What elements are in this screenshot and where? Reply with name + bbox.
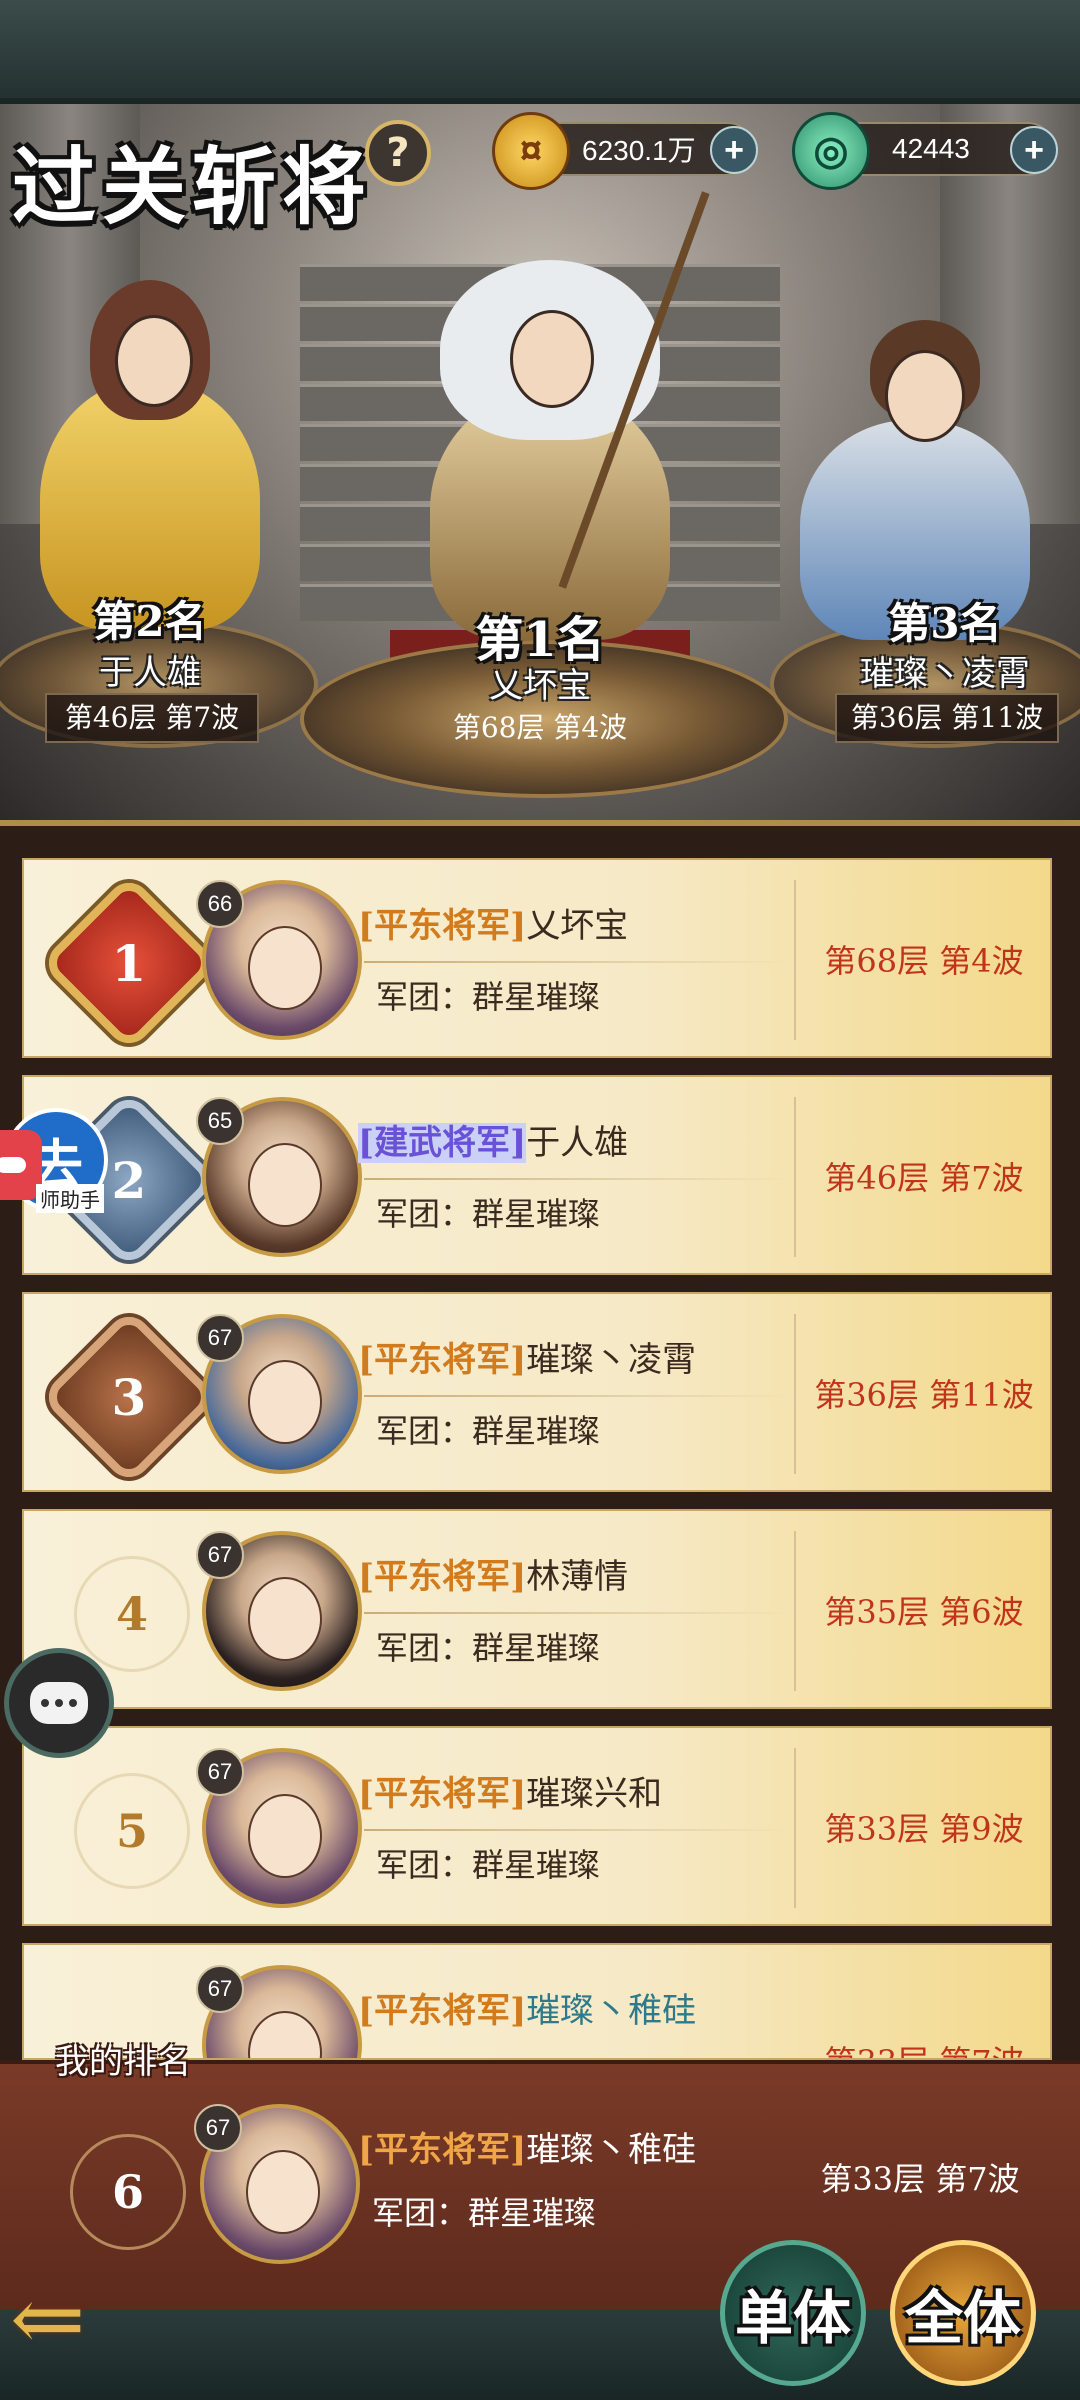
avatar: 67	[196, 1965, 362, 2058]
level-badge: 65	[196, 1097, 244, 1145]
page-title: 过关斩将	[12, 137, 373, 236]
player-name: 璀璨兴和	[526, 1774, 663, 1814]
player-title: [平东将军]璀璨兴和	[358, 1774, 663, 1814]
player-title: [平东将军]林薄情	[358, 1557, 629, 1597]
legion-name: 军团：群星璀璨	[376, 1412, 601, 1450]
stage-progress: 第33层 第9波	[824, 1810, 1024, 1848]
first-place-stage: 第68层 第4波	[452, 711, 628, 744]
avatar: 67	[196, 1748, 362, 1908]
single-ranking-button[interactable]: 单体	[720, 2240, 866, 2386]
level-badge: 67	[194, 2104, 242, 2152]
gold-currency: ¤ 6230.1万 +	[492, 112, 758, 190]
back-arrow-icon[interactable]: ⇐	[10, 2270, 140, 2370]
avatar: 67	[196, 1531, 362, 1691]
second-place-label: 第2名	[93, 597, 207, 646]
level-badge: 67	[196, 1748, 244, 1796]
my-player-name: 璀璨丶稚硅	[526, 2130, 697, 2170]
ranking-row[interactable]: 1 66 [平东将军]乂坏宝 军团：群星璀璨 第68层 第4波	[22, 858, 1052, 1058]
jade-value: 42443	[892, 133, 970, 164]
legion-name: 军团：群星璀璨	[376, 1846, 601, 1884]
second-place-stage: 第46层 第7波	[45, 693, 259, 743]
my-stage-progress: 第33层 第7波	[820, 2160, 1020, 2198]
top-ornament-band	[0, 0, 1080, 104]
player-name: 于人雄	[526, 1123, 629, 1163]
bronze-medal-icon: 3	[39, 1307, 219, 1487]
ranking-row[interactable]: 5 67 [平东将军]璀璨兴和 军团：群星璀璨 第33层 第9波	[22, 1726, 1052, 1926]
my-ranking-heading: 我的排名	[55, 2042, 191, 2082]
add-jade-button[interactable]: +	[1010, 126, 1058, 174]
my-player-title: [平东将军]璀璨丶稚硅	[358, 2130, 697, 2170]
second-place-hero[interactable]	[20, 270, 280, 630]
floating-helper[interactable]: 去 师助手	[0, 1108, 120, 1213]
chat-icon[interactable]	[4, 1648, 114, 1758]
jade-icon: ◎	[792, 112, 870, 190]
help-button[interactable]: ?	[365, 120, 431, 186]
player-title: [平东将军]璀璨丶凌霄	[358, 1340, 697, 1380]
third-place-stage: 第36层 第11波	[835, 693, 1059, 743]
legion-name: 军团：群星璀璨	[376, 978, 601, 1016]
stage-progress: 第36层 第11波	[814, 1376, 1034, 1414]
rank-number: 5	[74, 1773, 190, 1889]
player-name: 林薄情	[526, 1557, 629, 1597]
player-name: 乂坏宝	[526, 906, 629, 946]
player-name: 璀璨丶稚硅	[526, 1991, 697, 2031]
stage-progress: 第46层 第7波	[824, 1159, 1024, 1197]
legion-name: 军团：群星璀璨	[376, 1629, 601, 1667]
first-place-name: 乂坏宝	[489, 666, 591, 706]
ranking-row[interactable]: 2 65 [建武将军]于人雄 军团：群星璀璨 第46层 第7波	[22, 1075, 1052, 1275]
add-gold-button[interactable]: +	[710, 126, 758, 174]
jade-currency: ◎ 42443 +	[792, 112, 1058, 190]
level-badge: 66	[196, 880, 244, 928]
third-place-name: 璀璨丶凌霄	[860, 654, 1030, 694]
gold-medal-icon: 1	[39, 873, 219, 1053]
level-badge: 67	[196, 1531, 244, 1579]
my-rank-number: 6	[70, 2134, 186, 2250]
player-name: 璀璨丶凌霄	[526, 1340, 697, 1380]
stage-progress: 第33层 第7波	[804, 2037, 1044, 2058]
level-badge: 67	[196, 1965, 244, 2013]
my-legion-name: 军团：群星璀璨	[372, 2194, 597, 2232]
my-avatar: 67	[194, 2104, 360, 2264]
player-title: [平东将军]乂坏宝	[358, 906, 629, 946]
stage-progress: 第68层 第4波	[824, 942, 1024, 980]
third-place-hero[interactable]	[770, 300, 1050, 640]
all-ranking-button[interactable]: 全体	[890, 2240, 1036, 2386]
player-title: [平东将军]璀璨丶稚硅	[358, 1991, 697, 2031]
stage-progress: 第35层 第6波	[824, 1593, 1024, 1631]
helper-label: 师助手	[36, 1184, 104, 1213]
ranking-row[interactable]: 3 67 [平东将军]璀璨丶凌霄 军团：群星璀璨 第36层 第11波	[22, 1292, 1052, 1492]
coin-icon: ¤	[492, 112, 570, 190]
rank-number: 4	[74, 1556, 190, 1672]
first-place-hero[interactable]	[400, 191, 710, 640]
level-badge: 67	[196, 1314, 244, 1362]
avatar: 66	[196, 880, 362, 1040]
avatar: 65	[196, 1097, 362, 1257]
gold-value: 6230.1万	[582, 135, 696, 166]
player-title: [建武将军]于人雄	[358, 1123, 629, 1163]
second-place-name: 于人雄	[99, 653, 201, 693]
avatar: 67	[196, 1314, 362, 1474]
ranking-row[interactable]: 4 67 [平东将军]林薄情 军团：群星璀璨 第35层 第6波	[22, 1509, 1052, 1709]
third-place-label: 第3名	[888, 599, 1002, 648]
legion-name: 军团：群星璀璨	[376, 1195, 601, 1233]
